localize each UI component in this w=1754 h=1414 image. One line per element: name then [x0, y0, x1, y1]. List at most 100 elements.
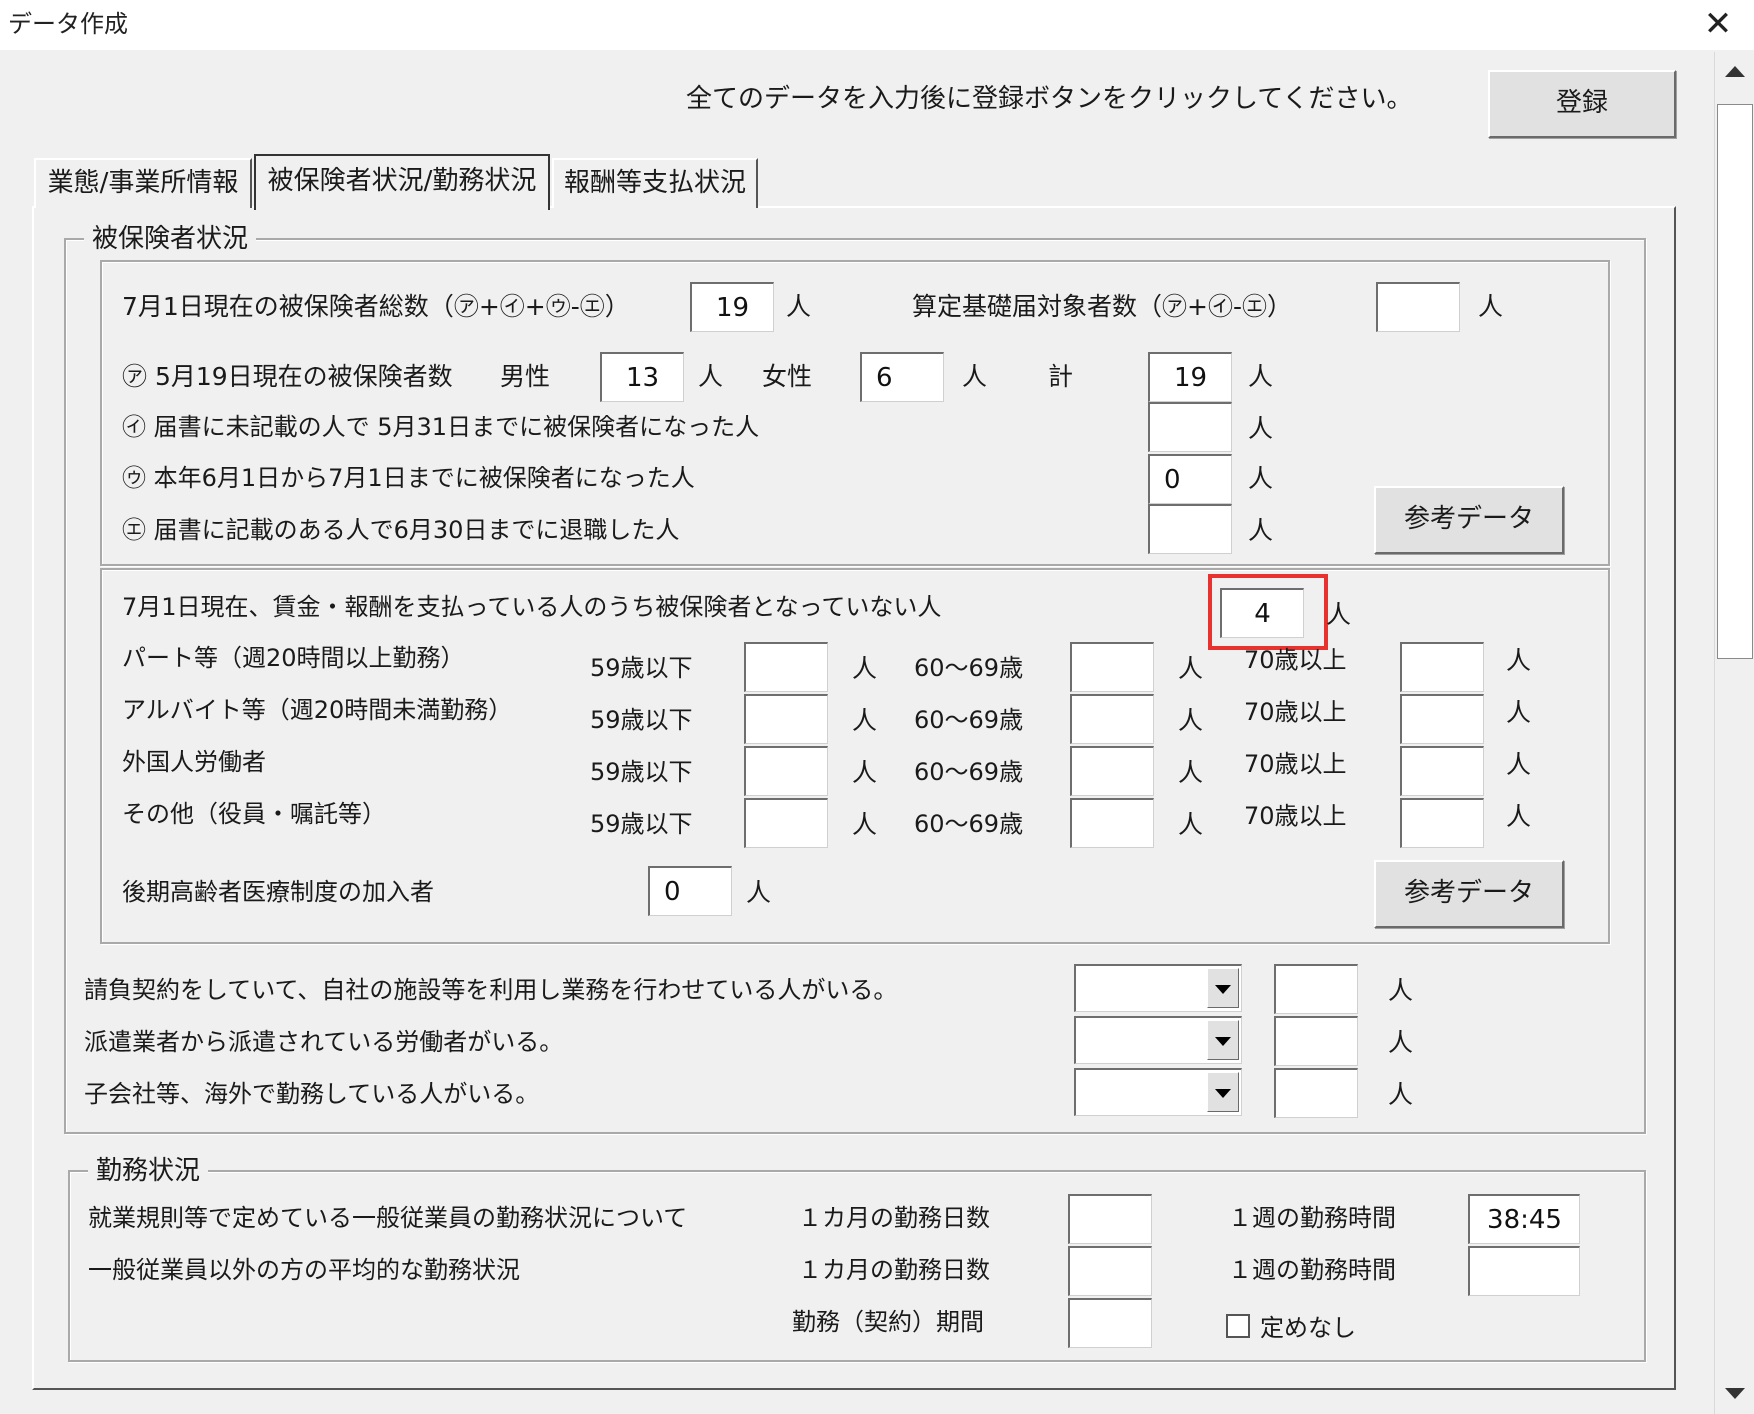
- age-over70-label: 70歳以上: [1244, 750, 1347, 778]
- unlisted-insured-label: ㋑ 届書に未記載の人で 5月31日までに被保険者になった人: [122, 413, 760, 441]
- vertical-scrollbar[interactable]: [1714, 52, 1754, 1414]
- female-count-field[interactable]: [860, 352, 944, 402]
- overseas-dropdown-button[interactable]: [1207, 1072, 1239, 1112]
- undefined-checkbox[interactable]: [1226, 1314, 1250, 1338]
- female-label: 女性: [762, 362, 813, 391]
- unit-label: 人: [1388, 1028, 1414, 1057]
- unit-label: 人: [1506, 698, 1532, 727]
- age-60to69-label: 60～69歳: [914, 706, 1024, 734]
- part-time-label: パート等（週20時間以上勤務）: [122, 644, 465, 672]
- unit-label: 人: [1248, 414, 1274, 443]
- tab-insured-status[interactable]: 被保険者状況/勤務状況: [254, 154, 550, 210]
- new-insured-label: ㋒ 本年6月1日から7月1日までに被保険者になった人: [122, 464, 695, 492]
- age-60to69-label: 60～69歳: [914, 810, 1024, 838]
- others-under59-field[interactable]: [744, 798, 828, 848]
- overseas-count-field[interactable]: [1274, 1068, 1358, 1118]
- unit-label: 人: [852, 654, 878, 683]
- retired-field[interactable]: [1148, 504, 1232, 554]
- foreign-over70-field[interactable]: [1400, 746, 1484, 796]
- insured-status-legend: 被保険者状況: [84, 224, 257, 254]
- reference-data-button[interactable]: 参考データ: [1374, 486, 1564, 554]
- foreign-under59-field[interactable]: [744, 746, 828, 796]
- overseas-select[interactable]: [1074, 1068, 1242, 1116]
- dispatch-select[interactable]: [1074, 1016, 1242, 1064]
- weekly-hours-label: １週の勤務時間: [1228, 1204, 1396, 1232]
- contract-period-field[interactable]: [1068, 1298, 1152, 1348]
- santei-count-label: 算定基礎届対象者数（㋐+㋑-㋓）: [912, 292, 1292, 321]
- unit-label: 人: [1178, 758, 1204, 787]
- arbeit-over70-field[interactable]: [1400, 694, 1484, 744]
- sum-count-field[interactable]: [1148, 352, 1232, 402]
- arbeit-60to69-field[interactable]: [1070, 694, 1154, 744]
- unlisted-insured-field[interactable]: [1148, 402, 1232, 452]
- age-under59-label: 59歳以下: [590, 810, 693, 838]
- unit-label: 人: [1248, 464, 1274, 493]
- unit-label: 人: [852, 810, 878, 839]
- register-button[interactable]: 登録: [1488, 70, 1676, 138]
- chevron-down-icon: [1215, 1037, 1231, 1046]
- part-time-under59-field[interactable]: [744, 642, 828, 692]
- unit-label: 人: [852, 706, 878, 735]
- others-over70-field[interactable]: [1400, 798, 1484, 848]
- regular-hours-field[interactable]: [1468, 1194, 1580, 1244]
- contract-dropdown-button[interactable]: [1207, 968, 1239, 1008]
- contract-select[interactable]: [1074, 964, 1242, 1012]
- age-under59-label: 59歳以下: [590, 758, 693, 786]
- foreign-60to69-field[interactable]: [1070, 746, 1154, 796]
- santei-count-field[interactable]: [1376, 282, 1460, 332]
- undefined-label: 定めなし: [1260, 1314, 1356, 1342]
- contract-count-field[interactable]: [1274, 964, 1358, 1014]
- title-bar: データ作成 ✕: [0, 0, 1754, 50]
- unit-label: 人: [1506, 646, 1532, 675]
- age-under59-label: 59歳以下: [590, 654, 693, 682]
- overseas-label: 子会社等、海外で勤務している人がいる。: [84, 1080, 540, 1108]
- regular-work-label: 就業規則等で定めている一般従業員の勤務状況について: [88, 1204, 688, 1232]
- scroll-thumb[interactable]: [1717, 104, 1753, 659]
- dispatch-count-field[interactable]: [1274, 1016, 1358, 1066]
- male-label: 男性: [500, 362, 551, 391]
- unit-label: 人: [1248, 362, 1274, 391]
- elderly-field[interactable]: [648, 866, 732, 916]
- male-count-field[interactable]: [600, 352, 684, 402]
- unit-label: 人: [746, 878, 772, 907]
- work-status-legend: 勤務状況: [88, 1156, 209, 1186]
- tab-business-info[interactable]: 業態/事業所情報: [34, 158, 252, 208]
- insured-may19-label: ㋐ 5月19日現在の被保険者数: [122, 362, 453, 391]
- close-icon[interactable]: ✕: [1700, 6, 1736, 42]
- new-insured-field[interactable]: [1148, 454, 1232, 504]
- unit-label: 人: [1506, 802, 1532, 831]
- sum-label: 計: [1048, 362, 1074, 391]
- age-under59-label: 59歳以下: [590, 706, 693, 734]
- unit-label: 人: [698, 362, 724, 391]
- age-over70-label: 70歳以上: [1244, 802, 1347, 830]
- instruction-text: 全てのデータを入力後に登録ボタンをクリックしてください。: [686, 84, 1413, 114]
- others-label: その他（役員・嘱託等）: [122, 800, 386, 828]
- reference-data-button[interactable]: 参考データ: [1374, 860, 1564, 928]
- scroll-track[interactable]: [1715, 92, 1754, 1374]
- others-60to69-field[interactable]: [1070, 798, 1154, 848]
- unit-label: 人: [786, 292, 812, 321]
- unit-label: 人: [1178, 706, 1204, 735]
- dispatch-dropdown-button[interactable]: [1207, 1020, 1239, 1060]
- other-days-field[interactable]: [1068, 1246, 1152, 1296]
- unit-label: 人: [852, 758, 878, 787]
- part-time-60to69-field[interactable]: [1070, 642, 1154, 692]
- total-insured-field[interactable]: [690, 282, 774, 332]
- weekly-hours-label: １週の勤務時間: [1228, 1256, 1396, 1284]
- arrow-up-icon: [1725, 66, 1745, 77]
- unit-label: 人: [1478, 292, 1504, 321]
- age-60to69-label: 60～69歳: [914, 758, 1024, 786]
- scroll-down-button[interactable]: [1715, 1374, 1754, 1414]
- tab-payment-status[interactable]: 報酬等支払状況: [552, 158, 758, 208]
- arrow-down-icon: [1725, 1388, 1745, 1399]
- retired-label: ㋓ 届書に記載のある人で6月30日までに退職した人: [122, 516, 680, 544]
- part-time-over70-field[interactable]: [1400, 642, 1484, 692]
- other-hours-field[interactable]: [1468, 1246, 1580, 1296]
- scroll-up-button[interactable]: [1715, 52, 1754, 92]
- regular-days-field[interactable]: [1068, 1194, 1152, 1244]
- dispatch-label: 派遣業者から派遣されている労働者がいる。: [84, 1028, 564, 1056]
- arbeit-under59-field[interactable]: [744, 694, 828, 744]
- unit-label: 人: [962, 362, 988, 391]
- unit-label: 人: [1326, 600, 1352, 629]
- unit-label: 人: [1178, 810, 1204, 839]
